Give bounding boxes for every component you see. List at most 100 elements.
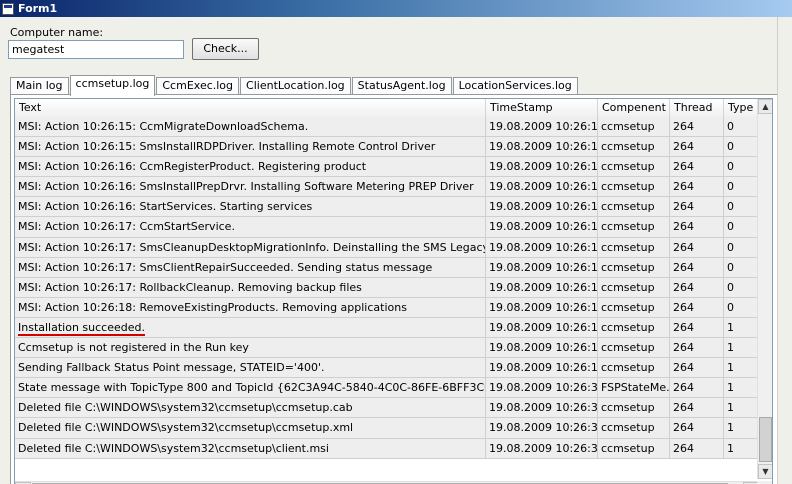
cell-type: 1 — [727, 381, 734, 395]
cell-text: MSI: Action 10:26:18: RemoveExistingProd… — [15, 297, 486, 317]
cell-type: 0 — [727, 200, 734, 214]
table-row[interactable]: State message with TopicType 800 and Top… — [15, 378, 759, 399]
cell-text: MSI: Action 10:26:16: StartServices. Sta… — [15, 197, 486, 217]
cell-component: ccmsetup — [598, 157, 670, 177]
cell-type: 0 — [727, 120, 734, 133]
table-row[interactable]: Sending Fallback Status Point message, S… — [15, 358, 759, 379]
column-header-thread[interactable]: Thread — [670, 99, 724, 117]
cell-type: 1 — [727, 421, 734, 435]
cell-component: ccmsetup — [598, 277, 670, 297]
grid-header: Text TimeStamp Compenent Thread Type — [15, 99, 759, 117]
cell-type: 0 — [727, 240, 734, 254]
window-title: Form1 — [18, 2, 58, 15]
tab-ccmsetup-log[interactable]: ccmsetup.log — [69, 75, 156, 96]
cell-timestamp: 19.08.2009 10:26:18 — [486, 297, 598, 317]
cell-component: ccmsetup — [598, 398, 670, 418]
cell-type: 0 — [727, 140, 734, 154]
grid-rows: MSI: Action 10:26:15: CcmMigrateDownload… — [15, 117, 759, 459]
table-row[interactable]: MSI: Action 10:26:17: CcmStartService. 19… — [15, 217, 759, 238]
cell-thread: 264 — [670, 378, 724, 398]
tab-ccmexec-log[interactable]: CcmExec.log — [156, 77, 240, 95]
highlighted-text: Installation succeeded. — [18, 320, 145, 336]
cell-text: MSI: Action 10:26:16: CcmRegisterProduct… — [15, 157, 486, 177]
table-row[interactable]: MSI: Action 10:26:16: CcmRegisterProduct… — [15, 157, 759, 178]
cell-thread: 264 — [670, 177, 724, 197]
cell-text: Deleted file C:\WINDOWS\system32\ccmsetu… — [15, 398, 486, 418]
cell-timestamp: 19.08.2009 10:26:17 — [486, 217, 598, 237]
table-row[interactable]: MSI: Action 10:26:17: SmsCleanupDesktopM… — [15, 237, 759, 258]
cell-type: 1 — [727, 441, 734, 455]
table-row[interactable]: MSI: Action 10:26:17: RollbackCleanup. R… — [15, 277, 759, 298]
cell-component: ccmsetup — [598, 137, 670, 157]
cell-text: MSI: Action 10:26:17: SmsClientRepairSuc… — [15, 257, 486, 277]
column-header-component[interactable]: Compenent — [598, 99, 670, 117]
cell-text: Deleted file C:\WINDOWS\system32\ccmsetu… — [15, 438, 486, 458]
cell-text: MSI: Action 10:26:17: SmsCleanupDesktopM… — [15, 237, 486, 257]
cell-timestamp: 19.08.2009 10:26:17 — [486, 237, 598, 257]
vertical-scrollbar[interactable]: ▲ ▼ — [757, 99, 772, 479]
tab-main-log[interactable]: Main log — [10, 77, 69, 95]
cell-text: MSI: Action 10:26:17: CcmStartService. — [15, 217, 486, 237]
cell-thread: 264 — [670, 277, 724, 297]
cell-timestamp: 19.08.2009 10:26:18 — [486, 317, 598, 338]
column-header-timestamp[interactable]: TimeStamp — [486, 99, 598, 117]
cell-component: ccmsetup — [598, 338, 670, 358]
cell-component: ccmsetup — [598, 177, 670, 197]
column-header-type[interactable]: Type — [724, 99, 759, 117]
cell-component: ccmsetup — [598, 237, 670, 257]
log-tabs: Main log ccmsetup.log CcmExec.log Client… — [10, 75, 579, 96]
tab-statusagent-log[interactable]: StatusAgent.log — [351, 77, 452, 95]
scroll-down-icon[interactable]: ▼ — [758, 464, 772, 479]
cell-component: ccmsetup — [598, 297, 670, 317]
cell-thread: 264 — [670, 237, 724, 257]
cell-thread: 264 — [670, 257, 724, 277]
table-row[interactable]: MSI: Action 10:26:18: RemoveExistingProd… — [15, 297, 759, 318]
check-button[interactable]: Check... — [192, 38, 259, 60]
cell-type: 0 — [727, 220, 734, 234]
cell-text: Sending Fallback Status Point message, S… — [15, 358, 486, 378]
tab-clientlocation-log[interactable]: ClientLocation.log — [240, 77, 351, 95]
table-row[interactable]: MSI: Action 10:26:16: StartServices. Sta… — [15, 197, 759, 218]
cell-text: Installation succeeded. — [15, 317, 486, 338]
cell-timestamp: 19.08.2009 10:26:18 — [486, 338, 598, 358]
table-row[interactable]: Installation succeeded. 19.08.2009 10:26:… — [15, 317, 759, 339]
cell-component: ccmsetup — [598, 117, 670, 137]
cell-component: ccmsetup — [598, 358, 670, 378]
table-row[interactable]: MSI: Action 10:26:17: SmsClientRepairSuc… — [15, 257, 759, 278]
log-grid[interactable]: Text TimeStamp Compenent Thread Type MSI… — [14, 98, 773, 484]
scroll-up-icon[interactable]: ▲ — [758, 99, 772, 114]
cell-timestamp: 19.08.2009 10:26:17 — [486, 277, 598, 297]
cell-thread: 264 — [670, 297, 724, 317]
cell-thread: 264 — [670, 358, 724, 378]
cell-thread: 264 — [670, 398, 724, 418]
cell-thread: 264 — [670, 197, 724, 217]
cell-timestamp: 19.08.2009 10:26:33 — [486, 398, 598, 418]
table-row[interactable]: MSI: Action 10:26:15: SmsInstallRDPDrive… — [15, 137, 759, 158]
table-row[interactable]: Deleted file C:\WINDOWS\system32\ccmsetu… — [15, 418, 759, 439]
cell-type: 0 — [727, 180, 734, 194]
vertical-scroll-thumb[interactable] — [759, 417, 772, 462]
table-row[interactable]: Deleted file C:\WINDOWS\system32\ccmsetu… — [15, 438, 759, 459]
table-row[interactable]: MSI: Action 10:26:16: SmsInstallPrepDrvr… — [15, 177, 759, 198]
cell-timestamp: 19.08.2009 10:26:33 — [486, 378, 598, 398]
cell-timestamp: 19.08.2009 10:26:16 — [486, 157, 598, 177]
cell-component: ccmsetup — [598, 217, 670, 237]
window-body: Computer name: Check... Main log ccmsetu… — [0, 17, 792, 484]
cell-component: FSPStateMe... — [598, 378, 670, 398]
tab-locationservices-log[interactable]: LocationServices.log — [452, 77, 578, 95]
cell-text: Deleted file C:\WINDOWS\system32\ccmsetu… — [15, 418, 486, 438]
table-row[interactable]: Ccmsetup is not registered in the Run ke… — [15, 338, 759, 359]
table-row[interactable]: Deleted file C:\WINDOWS\system32\ccmsetu… — [15, 398, 759, 419]
cell-thread: 264 — [670, 438, 724, 458]
cell-text: Ccmsetup is not registered in the Run ke… — [15, 338, 486, 358]
table-row[interactable]: MSI: Action 10:26:15: CcmMigrateDownload… — [15, 117, 759, 138]
computer-name-input[interactable] — [8, 40, 184, 59]
computer-name-label: Computer name: — [10, 26, 104, 39]
cell-type: 0 — [727, 160, 734, 174]
cell-text: MSI: Action 10:26:17: RollbackCleanup. R… — [15, 277, 486, 297]
cell-text: MSI: Action 10:26:15: SmsInstallRDPDrive… — [15, 137, 486, 157]
cell-type: 0 — [727, 300, 734, 314]
cell-text: State message with TopicType 800 and Top… — [15, 378, 486, 398]
column-header-text[interactable]: Text — [15, 99, 486, 117]
cell-component: ccmsetup — [598, 418, 670, 438]
